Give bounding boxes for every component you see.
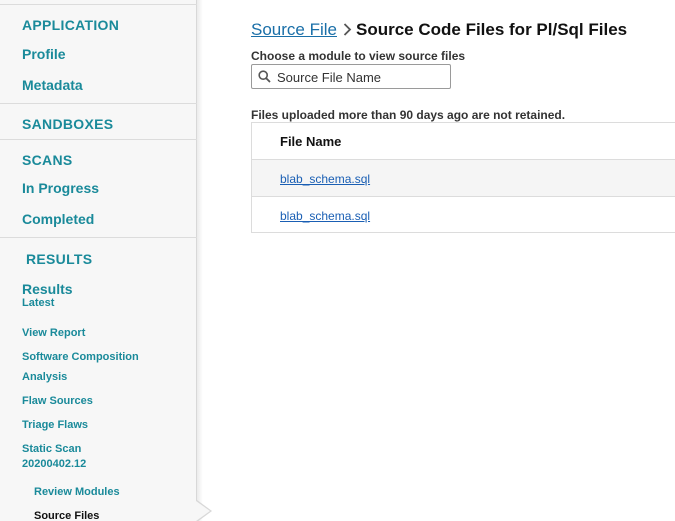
sidebar-header-scans: SCANS xyxy=(22,152,73,168)
file-link[interactable]: blab_schema.sql xyxy=(280,209,370,223)
sidebar-section-sandboxes: SANDBOXES xyxy=(0,104,197,140)
sidebar-item-flaw-sources[interactable]: Flaw Sources xyxy=(22,391,93,411)
search-box[interactable] xyxy=(251,64,451,89)
file-link[interactable]: blab_schema.sql xyxy=(280,172,370,186)
sidebar-item-metadata[interactable]: Metadata xyxy=(22,77,83,93)
table-row: blab_schema.sql xyxy=(252,159,675,196)
sidebar-item-static-scan-id[interactable]: 20200402.12 xyxy=(22,454,86,474)
sidebar-item-review-modules[interactable]: Review Modules xyxy=(34,482,120,502)
page-title: Source Code Files for Pl/Sql Files xyxy=(355,20,628,39)
sidebar-item-profile[interactable]: Profile xyxy=(22,46,66,62)
search-input[interactable] xyxy=(277,68,447,86)
table-row: blab_schema.sql xyxy=(252,196,675,233)
column-header-file-name[interactable]: File Name xyxy=(280,134,341,149)
sidebar-item-results[interactable]: Results xyxy=(22,281,73,297)
table-header-row: File Name xyxy=(252,122,675,159)
sidebar-item-in-progress[interactable]: In Progress xyxy=(22,180,99,196)
sidebar-item-completed[interactable]: Completed xyxy=(22,211,94,227)
sidebar-header-results: RESULTS xyxy=(26,251,93,267)
sidebar-shadow xyxy=(197,0,203,521)
sidebar-header-sandboxes[interactable]: SANDBOXES xyxy=(22,116,113,132)
breadcrumb-source-file-link[interactable]: Source File xyxy=(251,20,337,39)
sidebar-section-scans: SCANS In Progress Completed xyxy=(0,140,197,238)
breadcrumb: Source File Source Code Files for Pl/Sql … xyxy=(251,20,627,40)
sidebar-item-software-composition-analysis[interactable]: Analysis xyxy=(22,367,67,387)
retention-note: Files uploaded more than 90 days ago are… xyxy=(251,108,566,122)
sidebar-header-application: APPLICATION xyxy=(22,17,120,33)
sidebar-item-view-report[interactable]: View Report xyxy=(22,323,85,343)
chevron-right-icon xyxy=(343,20,352,40)
active-item-pointer xyxy=(196,501,210,521)
sidebar-item-software-composition[interactable]: Software Composition xyxy=(22,347,139,367)
sidebar-section-application: APPLICATION Profile Metadata xyxy=(0,5,197,104)
search-icon xyxy=(258,70,271,88)
file-table: File Name blab_schema.sql blab_schema.sq… xyxy=(251,122,675,233)
sidebar-item-source-files[interactable]: Source Files xyxy=(34,506,99,521)
choose-module-label: Choose a module to view source files xyxy=(251,49,466,63)
sidebar: APPLICATION Profile Metadata SANDBOXES S… xyxy=(0,0,197,521)
sidebar-item-results-latest[interactable]: Latest xyxy=(22,297,54,309)
sidebar-item-triage-flaws[interactable]: Triage Flaws xyxy=(22,415,88,435)
